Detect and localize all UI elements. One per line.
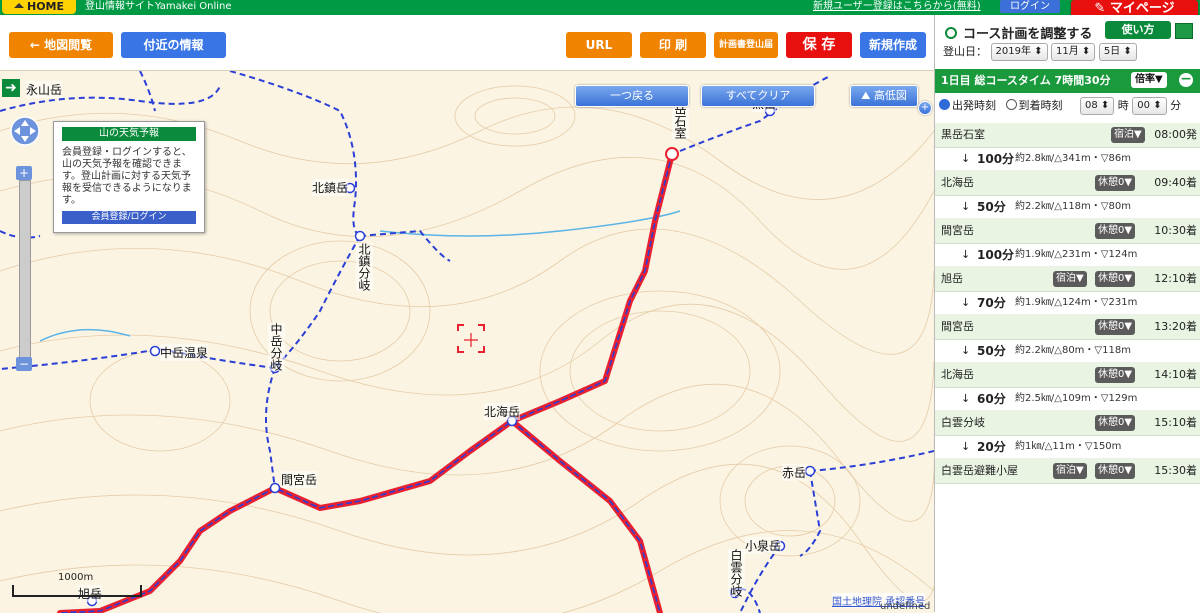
home-icon — [13, 3, 24, 8]
route-segment: ↓ 20分 約1㎞/△11m・▽150m — [935, 436, 1200, 459]
label-mamiya: 間宮岳 — [281, 471, 318, 488]
route-stop: 間宮岳 休憩0▼ 10:30着 — [935, 219, 1200, 244]
depart-radio[interactable] — [939, 99, 950, 110]
hour-select[interactable]: 08 ⬍ — [1080, 97, 1115, 115]
site-title: 登山情報サイトYamakei Online — [85, 1, 232, 12]
weather-body: 会員登録・ログインすると、山の天気予報を確認できます。登山計画に対する天気予報を… — [62, 147, 192, 206]
zoom-out-icon[interactable]: − — [16, 357, 32, 371]
panel-toggle-arrow-icon[interactable]: ➜ — [2, 79, 20, 97]
route-stop: 北海岳 休憩0▼ 09:40着 — [935, 171, 1200, 196]
register-link[interactable]: 新規ユーザー登録はこちらから(無料) — [813, 0, 981, 14]
route-segment: ↓ 100分 約1.9㎞/△231m・▽124m — [935, 244, 1200, 267]
weather-login-button[interactable]: 会員登録/ログイン — [62, 211, 196, 224]
year-select[interactable]: 2019年 ⬍ — [990, 43, 1048, 61]
day-select[interactable]: 5日 ⬍ — [1098, 43, 1137, 61]
month-select[interactable]: 11月 ⬍ — [1051, 43, 1096, 61]
time-settings: 出発時刻 到着時刻 08 ⬍ 時 00 ⬍ 分 — [939, 97, 1181, 115]
label-koizumi: 小泉岳 — [745, 537, 782, 554]
label-hokkai: 北海岳 — [484, 403, 521, 420]
route-stop: 間宮岳 休憩0▼ 13:20着 — [935, 315, 1200, 340]
zoom-slider[interactable]: + − — [16, 166, 32, 371]
route-stop: 白雲分岐 休憩0▼ 15:10着 — [935, 411, 1200, 436]
label-kitachin-bunki: 北鎮分岐 — [356, 243, 373, 291]
rest-select[interactable]: 休憩0▼ — [1095, 223, 1136, 239]
date-selector: 登山日： 2019年 ⬍ 11月 ⬍ 5日 ⬍ — [943, 43, 1137, 61]
route-segment: ↓ 70分 約1.9㎞/△124m・▽231m — [935, 292, 1200, 315]
day-summary-text: 1日目 総コースタイム 7時間30分 — [941, 74, 1111, 87]
route-list: 黒岳石室 宿泊▼ 08:00発 ↓ 100分 約2.8㎞/△341m・▽86m 北海岳休… — [935, 123, 1200, 484]
scale-label: 1000m — [58, 572, 94, 583]
undo-button[interactable]: 一つ戻る — [575, 85, 689, 107]
title-radio-icon — [945, 27, 957, 39]
label-kitachin: 北鎮岳 — [312, 179, 349, 196]
nearby-info-button[interactable]: 付近の情報 — [121, 32, 226, 58]
minute-select[interactable]: 00 ⬍ — [1132, 97, 1167, 115]
route-segment: ↓ 50分 約2.2㎞/△118m・▽80m — [935, 196, 1200, 219]
chart-icon: ⛰ — [861, 89, 874, 102]
weather-forecast-box: 山の天気予報 会員登録・ログインすると、山の天気予報を確認できます。登山計画に対… — [53, 121, 205, 233]
route-stop: 白雲岳避難小屋 宿泊▼ 休憩0▼ 15:30着 — [935, 459, 1200, 484]
print-button[interactable]: 印 刷 — [640, 32, 706, 58]
route-segment: ↓ 60分 約2.5㎞/△109m・▽129m — [935, 388, 1200, 411]
url-button[interactable]: URL — [566, 32, 632, 58]
rest-select[interactable]: 休憩0▼ — [1095, 415, 1136, 431]
rate-select[interactable]: 倍率▼ — [1131, 72, 1167, 88]
route-segment: ↓ 100分 約2.8㎞/△341m・▽86m — [935, 148, 1200, 171]
lodging-select[interactable]: 宿泊▼ — [1111, 127, 1145, 143]
label-nakadake-bunki: 中岳分岐 — [268, 323, 285, 371]
rest-select[interactable]: 休憩0▼ — [1095, 175, 1136, 191]
map-view-button[interactable]: ← 地図閲覧 — [9, 32, 113, 58]
lodging-select[interactable]: 宿泊▼ — [1053, 463, 1087, 479]
day-summary-bar: 1日目 総コースタイム 7時間30分 倍率▼ − — [935, 69, 1200, 93]
edit-icon: ✎ — [1094, 1, 1110, 16]
howto-button[interactable]: 使い方 — [1105, 21, 1171, 39]
rest-select[interactable]: 休憩0▼ — [1095, 367, 1136, 383]
topographic-map[interactable]: ➜ 永山岳 北鎮岳 北鎮分岐 中岳分岐 中岳温泉 北海岳 間宮岳 赤岳 小泉岳 … — [0, 70, 934, 613]
clear-all-button[interactable]: すべてクリア — [701, 85, 815, 107]
login-button[interactable]: ログイン — [1000, 0, 1060, 13]
toolbar: ← 地図閲覧 付近の情報 URL 印 刷 計画書登山届 保 存 新規作成 — [0, 15, 934, 70]
rest-select[interactable]: 休憩0▼ — [1095, 463, 1136, 479]
panel-title: コース計画を調整する — [945, 23, 1092, 42]
route-stop: 黒岳石室 宿泊▼ 08:00発 — [935, 123, 1200, 148]
undefined-text: undefined — [880, 601, 931, 612]
label-akadake: 赤岳 — [782, 464, 807, 481]
elevation-chart-button[interactable]: ⛰ 高低図 — [850, 85, 918, 107]
plan-form-button[interactable]: 計画書登山届 — [714, 32, 778, 58]
save-button[interactable]: 保 存 — [786, 32, 852, 58]
rest-select[interactable]: 休憩0▼ — [1095, 319, 1136, 335]
zoom-in-icon[interactable]: + — [16, 166, 32, 180]
label-nakadake-onsen: 中岳温泉 — [160, 344, 209, 361]
course-plan-panel: コース計画を調整する 使い方 登山日： 2019年 ⬍ 11月 ⬍ 5日 ⬍ 1… — [934, 15, 1200, 612]
spreadsheet-icon[interactable] — [1175, 23, 1193, 39]
map-scale-bar: 1000m — [12, 572, 142, 597]
label-hakuun-bunki: 白雲分岐 — [728, 549, 745, 597]
weather-title: 山の天気予報 — [62, 127, 196, 141]
label-eizan: 永山岳 — [26, 81, 63, 98]
collapse-icon[interactable]: − — [1179, 72, 1193, 87]
map-add-icon[interactable]: + — [918, 101, 932, 115]
home-button[interactable]: HOME — [2, 0, 76, 14]
route-stop: 北海岳 休憩0▼ 14:10着 — [935, 363, 1200, 388]
new-plan-button[interactable]: 新規作成 — [860, 32, 926, 58]
arrive-radio[interactable] — [1005, 99, 1017, 110]
top-bar: HOME 登山情報サイトYamakei Online 新規ユーザー登録はこちらか… — [0, 0, 1200, 15]
lodging-select[interactable]: 宿泊▼ — [1053, 271, 1087, 287]
rest-select[interactable]: 休憩0▼ — [1095, 271, 1136, 287]
route-stop: 旭岳 宿泊▼ 休憩0▼ 12:10着 — [935, 267, 1200, 292]
zoom-track[interactable] — [19, 180, 31, 362]
pan-control-icon[interactable] — [9, 115, 41, 147]
route-segment: ↓ 50分 約2.2㎞/△80m・▽118m — [935, 340, 1200, 363]
